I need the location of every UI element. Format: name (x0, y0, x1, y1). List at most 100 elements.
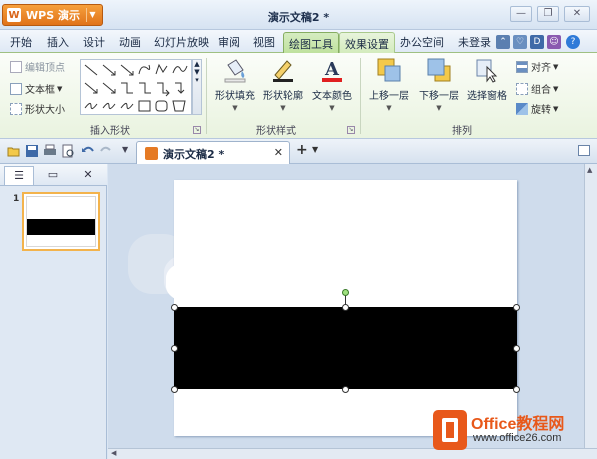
text-box-icon (10, 82, 22, 95)
tab-insert[interactable]: 插入 (47, 34, 69, 50)
customize-toolbar-icon[interactable]: ▼ (122, 145, 128, 154)
resize-handle-bottom-left[interactable] (171, 386, 178, 393)
selected-black-rectangle[interactable] (174, 307, 517, 389)
rotate-label: 旋转 (531, 105, 551, 116)
group-button[interactable]: 组合 ▼ (516, 81, 558, 96)
shape-style-launcher-icon[interactable]: ↘ (347, 126, 355, 134)
bring-forward-icon (376, 57, 402, 83)
tab-not-logged-in[interactable]: 未登录 (458, 34, 491, 50)
chevron-down-icon: ▼ (386, 104, 392, 112)
scroll-up-icon[interactable]: ▲ (587, 166, 592, 174)
help-icon[interactable]: ? (566, 35, 580, 49)
save-icon[interactable] (25, 144, 39, 158)
slides-panel: ☰ ▭ ✕ 1 (0, 164, 107, 459)
text-box-button[interactable]: 文本框 ▼ (10, 81, 62, 96)
align-button[interactable]: 对齐 ▼ (516, 59, 558, 74)
vertical-scrollbar[interactable]: ▲ (584, 164, 597, 448)
print-icon[interactable] (43, 144, 57, 158)
text-box-label: 文本框 (25, 85, 55, 96)
tab-view[interactable]: 视图 (253, 34, 275, 50)
tab-animation[interactable]: 动画 (119, 34, 141, 50)
tab-office-space[interactable]: 办公空间 (400, 34, 444, 50)
user-icon[interactable]: ☺ (547, 35, 561, 49)
gallery-scroll[interactable]: ▲ ▼ ▾ (192, 59, 202, 115)
shape-outline-button[interactable]: 形状轮廓 ▼ (260, 57, 306, 112)
collapse-ribbon-icon[interactable]: ⌃ (496, 35, 510, 49)
align-label: 对齐 (531, 63, 551, 74)
scroll-left-icon[interactable]: ◀ (111, 449, 116, 457)
close-button[interactable]: ✕ (564, 6, 590, 22)
resize-handle-top-left[interactable] (171, 304, 178, 311)
thumbnail-black-rectangle (27, 219, 95, 235)
shape-size-label: 形状大小 (25, 105, 65, 116)
document-tab[interactable]: 演示文稿2 * ✕ (136, 141, 290, 164)
resize-handle-bottom-right[interactable] (513, 386, 520, 393)
edit-points-label: 编辑顶点 (25, 63, 65, 74)
resize-handle-right[interactable] (513, 345, 520, 352)
chevron-down-icon: ▼ (280, 104, 286, 112)
chevron-down-icon: ▼ (553, 104, 559, 113)
window-mode-icon[interactable] (578, 145, 590, 156)
shape-gallery[interactable] (80, 59, 192, 115)
slides-panel-tabs: ☰ ▭ ✕ (0, 164, 107, 186)
tab-review[interactable]: 审阅 (218, 34, 240, 50)
group-label-insert-shape: 插入形状 (90, 126, 130, 137)
group-separator (206, 58, 207, 134)
tab-list-chevron-icon[interactable]: ▼ (312, 145, 318, 154)
resize-handle-bottom[interactable] (342, 386, 349, 393)
edit-points-icon (10, 60, 22, 73)
insert-shape-launcher-icon[interactable]: ↘ (193, 126, 201, 134)
rotate-button[interactable]: 旋转 ▼ (516, 101, 558, 116)
send-backward-label: 下移一层 (419, 91, 459, 102)
shape-size-icon (10, 102, 22, 115)
document-tab-label: 演示文稿2 * (163, 148, 225, 161)
redo-icon[interactable] (99, 144, 113, 158)
open-folder-icon[interactable] (7, 144, 21, 158)
group-label-arrange: 排列 (452, 126, 472, 137)
edit-points-button[interactable]: 编辑顶点 (10, 59, 65, 74)
chevron-down-icon: ▼ (232, 104, 238, 112)
slide[interactable] (171, 180, 520, 436)
resize-handle-top-right[interactable] (513, 304, 520, 311)
minimize-button[interactable]: — (510, 6, 532, 22)
chevron-down-icon: ▼ (57, 84, 63, 93)
tab-design[interactable]: 设计 (83, 34, 105, 50)
text-color-button[interactable]: A 文本颜色 ▼ (309, 57, 355, 112)
group-label: 组合 (531, 85, 551, 96)
slide-thumbnail[interactable] (22, 192, 100, 251)
tab-effect-settings[interactable]: 效果设置 (339, 32, 395, 53)
window-title: 演示文稿2 * (267, 11, 330, 24)
new-tab-icon[interactable]: + (296, 142, 308, 158)
tab-slideshow[interactable]: 幻灯片放映 (154, 34, 209, 50)
shape-fill-button[interactable]: 形状填充 ▼ (212, 57, 258, 112)
skin-icon[interactable]: ♡ (513, 35, 527, 49)
selection-pane-button[interactable]: 选择窗格 (464, 57, 510, 102)
watermark-url: www.office26.com (473, 432, 562, 444)
shape-size-button[interactable]: 形状大小 (10, 101, 65, 116)
watermark: Office教程网 www.office26.com (433, 408, 593, 454)
restore-button[interactable]: ❐ (537, 6, 559, 22)
send-backward-button[interactable]: 下移一层 ▼ (416, 57, 462, 112)
close-icon[interactable]: ✕ (274, 146, 283, 159)
shape-gallery-icons (84, 63, 188, 112)
slides-tab-icon[interactable]: ▭ (38, 166, 68, 185)
align-icon (516, 60, 528, 73)
tab-home[interactable]: 开始 (10, 34, 32, 50)
tab-drawing-tools[interactable]: 绘图工具 (283, 32, 339, 53)
rotation-handle[interactable] (342, 289, 349, 296)
chevron-down-icon: ▼ (436, 104, 442, 112)
undo-icon[interactable] (81, 144, 95, 158)
close-icon[interactable]: ✕ (78, 166, 98, 185)
selection-pane-label: 选择窗格 (467, 91, 507, 102)
office-logo-icon (433, 410, 467, 450)
shape-outline-label: 形状轮廓 (263, 91, 303, 102)
editing-smudge (166, 260, 242, 304)
slide-canvas[interactable] (108, 164, 584, 448)
outline-tab-icon[interactable]: ☰ (4, 166, 34, 185)
print-preview-icon[interactable] (61, 144, 75, 158)
rotate-icon (516, 102, 528, 115)
d-icon[interactable]: D (530, 35, 544, 49)
bring-forward-button[interactable]: 上移一层 ▼ (366, 57, 412, 112)
resize-handle-left[interactable] (171, 345, 178, 352)
resize-handle-top[interactable] (342, 304, 349, 311)
